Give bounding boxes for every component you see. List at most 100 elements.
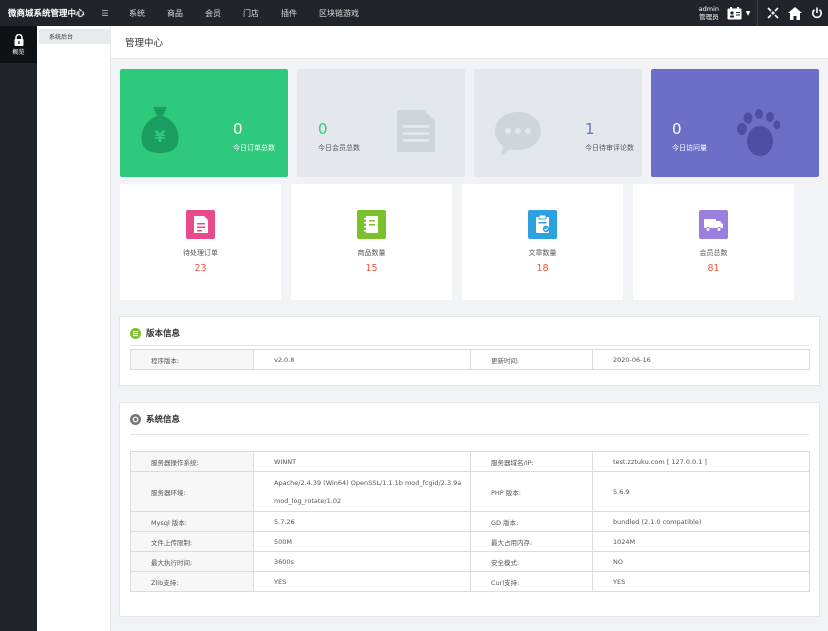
count-value: 23: [194, 263, 207, 274]
sidebar-item-label: 概览: [12, 48, 25, 56]
user-name: admin: [698, 5, 719, 13]
stat-card-today-members[interactable]: 0 今日会员总数: [297, 69, 465, 177]
count-label: 待处理订单: [183, 249, 218, 257]
count-card-pending-orders[interactable]: 待处理订单 23: [120, 184, 281, 300]
stat-value: 0: [318, 120, 328, 138]
table-value: 1024M: [592, 531, 810, 552]
divider: [130, 345, 809, 346]
table-row: Zlib支持: YES Curl支持: YES: [130, 571, 810, 592]
sub-sidebar-item-system-backend[interactable]: 系统后台: [39, 29, 111, 44]
divider: [130, 434, 809, 435]
count-value: 15: [365, 263, 378, 274]
table-row: 文件上传限制: 500M 最大占用内存: 1024M: [130, 531, 810, 552]
table-value: YES: [253, 571, 471, 592]
table-value: 500M: [253, 531, 471, 552]
version-info-table: 程序版本: v2.0.8 更新时间: 2020-06-16: [130, 349, 810, 370]
stat-card-today-visits[interactable]: 0 今日访问量: [651, 69, 819, 177]
user-info[interactable]: admin 管理员: [699, 5, 719, 21]
table-key: 最大占用内存:: [470, 531, 593, 552]
top-nav: 系统 商品 会员 门店 插件 区块链游戏: [118, 8, 370, 19]
panel-title: 版本信息: [130, 327, 180, 339]
top-right-tools: admin 管理员 ▼: [699, 0, 828, 26]
chevron-down-icon[interactable]: ▼: [743, 0, 753, 26]
power-icon[interactable]: [806, 0, 828, 26]
notebook-icon: [357, 210, 386, 239]
table-key: 最大执行时间:: [130, 551, 254, 572]
table-value: 3600s: [253, 551, 471, 572]
table-value: 5.6.9: [592, 471, 810, 512]
home-icon[interactable]: [784, 0, 806, 26]
table-row: 服务器环境: Apache/2.4.39 (Win64) OpenSSL/1.1…: [130, 471, 810, 512]
nav-item-member[interactable]: 会员: [194, 8, 232, 19]
sidebar-item-overview[interactable]: 概览: [0, 26, 37, 63]
stat-value: 0: [672, 120, 682, 138]
nav-item-blockchain-game[interactable]: 区块链游戏: [308, 8, 370, 19]
chat-bubble-icon: [495, 112, 541, 156]
table-row: 程序版本: v2.0.8 更新时间: 2020-06-16: [130, 349, 810, 370]
table-key: Curl支持:: [470, 571, 593, 592]
system-info-panel: 系统信息 服务器操作系统: WINNT 服务器域名/IP: test.zztuk…: [119, 402, 820, 617]
table-value: YES: [592, 571, 810, 592]
stat-card-today-orders[interactable]: ¥ 0 今日订单总数: [120, 69, 288, 177]
id-card-icon[interactable]: [725, 0, 743, 26]
stat-label: 今日会员总数: [318, 144, 360, 152]
table-key: PHP 版本:: [470, 471, 593, 512]
app-title: 微商城系统管理中心: [8, 9, 85, 19]
nav-item-plugin[interactable]: 插件: [270, 8, 308, 19]
table-key: 服务器域名/IP:: [470, 451, 593, 472]
table-key: 安全模式:: [470, 551, 593, 572]
table-key: Zlib支持:: [130, 571, 254, 592]
info-icon: [130, 327, 141, 339]
table-value: test.zztuku.com [ 127.0.0.1 ]: [592, 451, 810, 472]
money-bag-icon: ¥: [141, 107, 179, 153]
stat-label: 今日待审评论数: [585, 144, 634, 152]
count-value: 81: [707, 263, 720, 274]
nav-item-system[interactable]: 系统: [118, 8, 156, 19]
table-value: v2.0.8: [253, 349, 471, 370]
footprint-icon: [737, 109, 780, 156]
nav-item-store[interactable]: 门店: [232, 8, 270, 19]
clipboard-check-icon: [528, 210, 557, 239]
lock-icon: [14, 33, 23, 46]
table-key: 服务器操作系统:: [130, 451, 254, 472]
table-value: NO: [592, 551, 810, 572]
count-label: 商品数量: [357, 249, 386, 257]
table-value: bundled (2.1.0 compatible): [592, 511, 810, 532]
table-value: 5.7.26: [253, 511, 471, 532]
document-icon: [397, 110, 435, 152]
truck-icon: [699, 210, 728, 239]
table-value-line: Apache/2.4.39 (Win64) OpenSSL/1.1.1b mod…: [274, 478, 462, 487]
menu-toggle-icon[interactable]: ☰: [92, 9, 118, 18]
stat-label: 今日订单总数: [233, 144, 275, 152]
table-row: 服务器操作系统: WINNT 服务器域名/IP: test.zztuku.com…: [130, 451, 810, 472]
order-icon: [186, 210, 215, 239]
system-info-table: 服务器操作系统: WINNT 服务器域名/IP: test.zztuku.com…: [130, 451, 810, 592]
count-label: 会员总数: [699, 249, 728, 257]
gear-icon: [130, 413, 141, 425]
count-card-members[interactable]: 会员总数 81: [633, 184, 794, 300]
sidebar: 概览: [0, 26, 37, 631]
count-card-articles[interactable]: 文章数量 18: [462, 184, 623, 300]
fullscreen-icon[interactable]: [762, 0, 784, 26]
panel-title-text: 版本信息: [146, 329, 181, 339]
stat-value: 1: [585, 120, 595, 138]
table-value: WINNT: [253, 451, 471, 472]
table-value-line: mod_log_rotate/1.02: [274, 496, 342, 505]
table-value: 2020-06-16: [592, 349, 810, 370]
count-label: 文章数量: [528, 249, 557, 257]
table-key: 服务器环境:: [130, 471, 254, 512]
user-role: 管理员: [699, 13, 719, 21]
divider: [757, 0, 758, 26]
count-card-goods[interactable]: 商品数量 15: [291, 184, 452, 300]
table-key: 更新时间:: [470, 349, 593, 370]
stat-label: 今日访问量: [672, 144, 707, 152]
version-info-panel: 版本信息 程序版本: v2.0.8 更新时间: 2020-06-16: [119, 316, 820, 386]
stat-value: 0: [233, 120, 243, 138]
stat-card-pending-comments[interactable]: 1 今日待审评论数: [474, 69, 642, 177]
table-key: 文件上传限制:: [130, 531, 254, 552]
table-key: GD 版本:: [470, 511, 593, 532]
table-key: Mysql 版本:: [130, 511, 254, 532]
top-bar: 微商城系统管理中心 ☰ 系统 商品 会员 门店 插件 区块链游戏 admin 管…: [0, 0, 828, 26]
page-title: 管理中心: [111, 26, 828, 59]
nav-item-goods[interactable]: 商品: [156, 8, 194, 19]
